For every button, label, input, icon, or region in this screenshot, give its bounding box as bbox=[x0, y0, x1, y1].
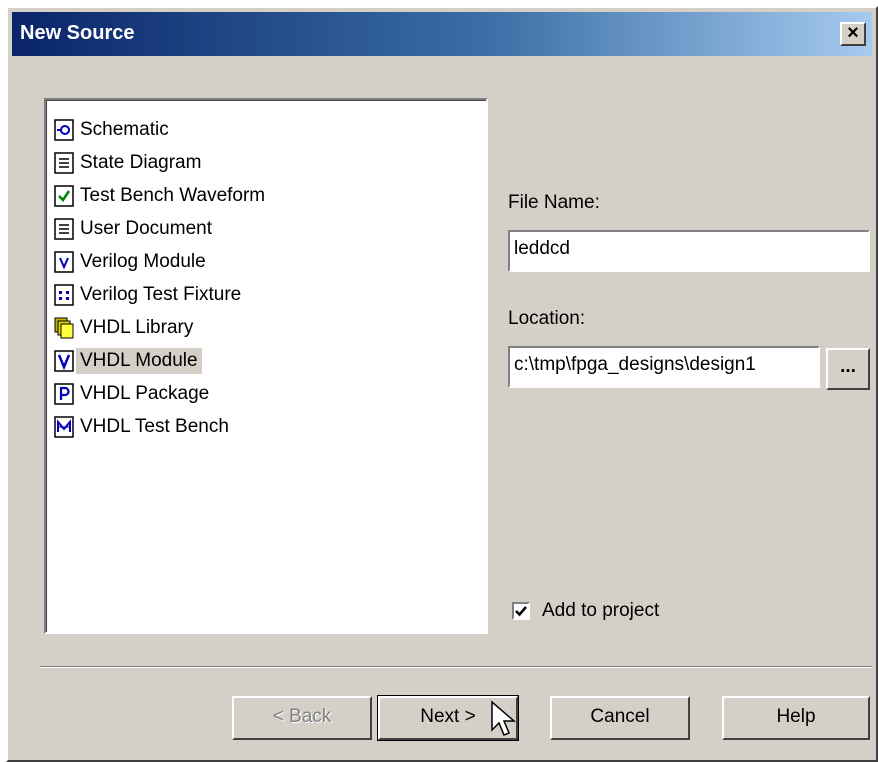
list-item[interactable]: Verilog Test Fixture bbox=[54, 279, 241, 311]
document-icon bbox=[54, 218, 74, 240]
list-item-label: VHDL Package bbox=[80, 383, 210, 404]
verilog-fixture-icon bbox=[54, 284, 74, 306]
list-item[interactable]: VHDL Package bbox=[54, 378, 209, 410]
list-item-label: Test Bench Waveform bbox=[80, 185, 266, 206]
check-icon bbox=[54, 185, 74, 207]
location-input[interactable]: c:\tmp\fpga_designs\design1 bbox=[508, 346, 820, 388]
vhdl-module-icon bbox=[54, 350, 74, 372]
library-icon bbox=[54, 317, 74, 339]
title-bar[interactable]: New Source × bbox=[12, 12, 872, 56]
list-item[interactable]: Schematic bbox=[54, 114, 169, 146]
checkmark-icon bbox=[515, 606, 527, 617]
back-button[interactable]: < Back bbox=[232, 696, 372, 740]
list-item[interactable]: State Diagram bbox=[54, 147, 201, 179]
separator bbox=[40, 666, 872, 668]
file-name-input[interactable]: leddcd bbox=[508, 230, 870, 272]
schematic-icon bbox=[54, 119, 74, 141]
list-item-label: Verilog Module bbox=[80, 251, 206, 272]
help-button[interactable]: Help bbox=[722, 696, 870, 740]
list-item[interactable]: Test Bench Waveform bbox=[54, 180, 265, 212]
window-title: New Source bbox=[20, 22, 135, 44]
source-type-list[interactable]: Schematic State Diagram Test Bench Wavef… bbox=[44, 98, 488, 634]
mouse-cursor-icon bbox=[491, 700, 517, 736]
cancel-button[interactable]: Cancel bbox=[550, 696, 690, 740]
close-button[interactable]: × bbox=[840, 22, 866, 46]
vhdl-testbench-icon bbox=[54, 416, 74, 438]
list-item-label: Schematic bbox=[80, 119, 169, 140]
browse-button[interactable]: ... bbox=[826, 348, 870, 390]
list-item-label: Verilog Test Fixture bbox=[80, 284, 242, 305]
add-to-project-label: Add to project bbox=[542, 600, 660, 621]
document-icon bbox=[54, 152, 74, 174]
list-item-label: User Document bbox=[80, 218, 212, 239]
list-item-label: VHDL Module bbox=[76, 348, 202, 374]
list-item[interactable]: VHDL Module bbox=[54, 345, 202, 377]
list-item[interactable]: VHDL Library bbox=[54, 312, 193, 344]
vhdl-package-icon bbox=[54, 383, 74, 405]
list-item[interactable]: Verilog Module bbox=[54, 246, 206, 278]
add-to-project-checkbox[interactable] bbox=[512, 602, 530, 620]
location-label: Location: bbox=[508, 308, 586, 329]
list-item-label: VHDL Test Bench bbox=[80, 416, 229, 437]
new-source-dialog: New Source × Schematic State Diagram Tes… bbox=[6, 6, 878, 762]
list-item[interactable]: User Document bbox=[54, 213, 212, 245]
verilog-module-icon bbox=[54, 251, 74, 273]
file-name-label: File Name: bbox=[508, 192, 600, 213]
list-item-label: VHDL Library bbox=[80, 317, 194, 338]
list-item-label: State Diagram bbox=[80, 152, 202, 173]
list-item[interactable]: VHDL Test Bench bbox=[54, 411, 229, 443]
